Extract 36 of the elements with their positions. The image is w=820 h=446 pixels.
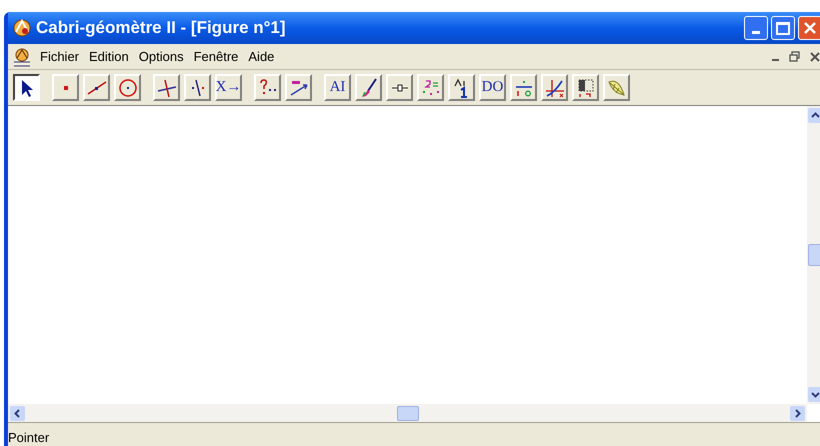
scroll-left-icon[interactable]	[10, 406, 25, 420]
close-icon	[803, 21, 817, 35]
menu-item[interactable]: Fenêtre	[188, 46, 244, 66]
compass-logo-icon	[12, 18, 32, 38]
restore-icon[interactable]	[789, 51, 800, 62]
minimize-icon	[752, 31, 760, 34]
tool-button[interactable]: DO	[479, 74, 506, 101]
status-text: Pointer	[8, 428, 50, 446]
close-button[interactable]	[798, 16, 820, 40]
scroll-thumb[interactable]	[808, 244, 820, 266]
maximize-icon	[776, 22, 790, 34]
scroll-up-icon[interactable]	[808, 108, 820, 123]
minimize-button[interactable]	[744, 16, 768, 40]
horizontal-scrollbar[interactable]	[8, 404, 807, 422]
leaf-icon	[606, 78, 626, 98]
close-icon[interactable]	[810, 52, 820, 62]
menu-item[interactable]: Aide	[243, 46, 280, 66]
vertical-scrollbar[interactable]	[807, 106, 820, 404]
perpendicular-lines-icon	[156, 78, 176, 98]
axes-graph-icon	[544, 78, 564, 98]
scroll-down-icon[interactable]	[808, 387, 820, 402]
menu-item[interactable]: Edition	[84, 46, 134, 66]
tool-button[interactable]: AI	[324, 74, 351, 101]
menu-item[interactable]: Fichier	[35, 46, 84, 66]
tool-button[interactable]	[13, 74, 40, 101]
tool-button[interactable]: X→	[215, 74, 242, 101]
scroll-thumb[interactable]	[396, 406, 418, 420]
menu-item[interactable]: Options	[134, 46, 189, 66]
circle-icon	[118, 78, 138, 98]
point-icon	[64, 86, 68, 90]
scroll-right-icon[interactable]	[790, 406, 805, 420]
window-title: Cabri-géomètre II - [Figure n°1]	[36, 17, 286, 40]
dotted-frame-icon	[576, 78, 596, 98]
maximize-button[interactable]	[771, 16, 795, 40]
calculator-dots-icon	[420, 78, 440, 98]
minimize-icon[interactable]	[772, 58, 779, 60]
